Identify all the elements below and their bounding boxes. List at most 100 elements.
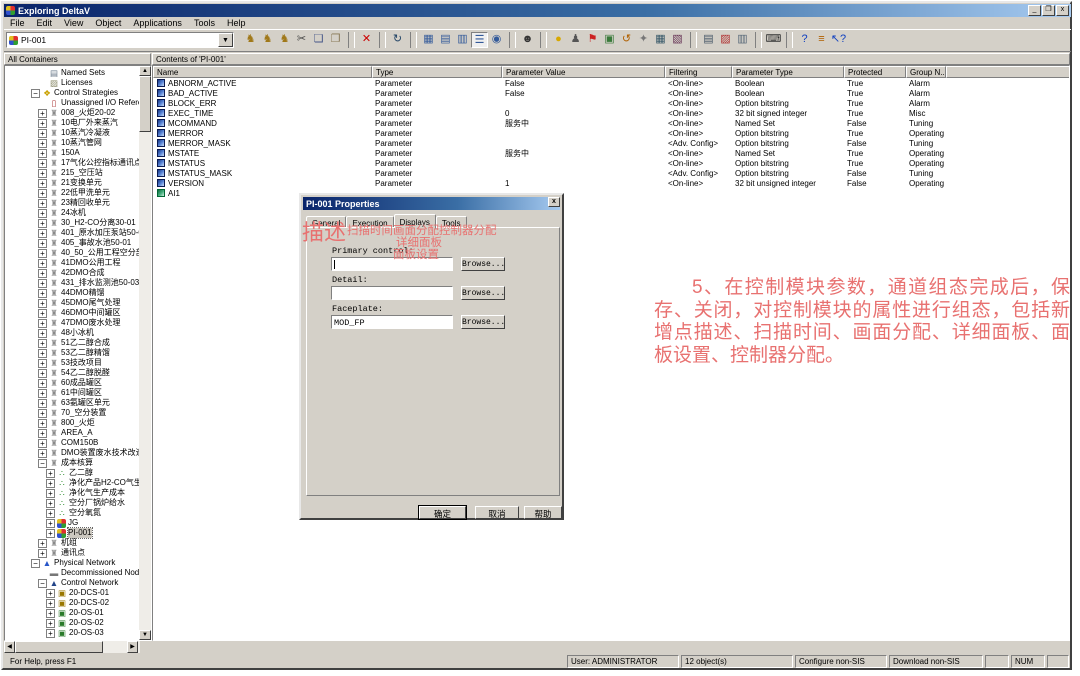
tree-expander[interactable]: + bbox=[38, 199, 47, 208]
faceplate-browse-button[interactable]: Browse... bbox=[461, 315, 505, 329]
tree-expander[interactable]: + bbox=[38, 369, 47, 378]
chart-icon-2[interactable]: ▨ bbox=[717, 32, 734, 48]
tree-expander[interactable]: − bbox=[38, 459, 47, 468]
tree-item-008_火炬20-02[interactable]: +♜008_火炬20-02 bbox=[5, 108, 139, 118]
tree-item-70_空分装置[interactable]: +♜70_空分装置 bbox=[5, 408, 139, 418]
tree-expander[interactable]: + bbox=[38, 219, 47, 228]
tree-expander[interactable]: + bbox=[38, 249, 47, 258]
table-row[interactable]: MERRORParameter<On-line>Option bitstring… bbox=[153, 129, 1069, 139]
tree-item-431_排水监测池50-03[interactable]: +♜431_排水监测池50-03 bbox=[5, 278, 139, 288]
tree-expander[interactable]: + bbox=[38, 149, 47, 158]
tree-item-405_事故水池50-01[interactable]: +♜405_事故水池50-01 bbox=[5, 238, 139, 248]
tree-expander[interactable]: + bbox=[38, 349, 47, 358]
gold-figure-icon-3[interactable]: ♞ bbox=[276, 32, 293, 48]
tree-expander[interactable]: + bbox=[38, 549, 47, 558]
tree-item-23精回收单元[interactable]: +♜23精回收单元 bbox=[5, 198, 139, 208]
tree-item-22低甲洗单元[interactable]: +♜22低甲洗单元 bbox=[5, 188, 139, 198]
tree-expander[interactable]: + bbox=[38, 389, 47, 398]
tree-expander[interactable]: + bbox=[38, 229, 47, 238]
tree-expander[interactable]: + bbox=[38, 289, 47, 298]
tree-item-通讯点[interactable]: +♜通讯点 bbox=[5, 548, 139, 558]
tree-expander[interactable]: + bbox=[38, 259, 47, 268]
tree-item-47DMO废水处理[interactable]: +♜47DMO废水处理 bbox=[5, 318, 139, 328]
table-row[interactable]: MSTATUS_MASKParameter<Adv. Config>Option… bbox=[153, 169, 1069, 179]
tree-expander[interactable]: + bbox=[38, 419, 47, 428]
scroll-right-arrow[interactable]: ▶ bbox=[127, 641, 138, 653]
ok-button[interactable]: 确定 bbox=[419, 506, 466, 519]
tree-vertical-scrollbar[interactable]: ▲ ▼ bbox=[139, 66, 151, 640]
horizontal-scroll-thumb[interactable] bbox=[15, 641, 103, 653]
gold-figure-icon-2[interactable]: ♞ bbox=[259, 32, 276, 48]
tree-item-24冰机[interactable]: +♜24冰机 bbox=[5, 208, 139, 218]
table-row[interactable]: AI1 bbox=[153, 189, 1069, 199]
tree-item-42DMO合成[interactable]: +♜42DMO合成 bbox=[5, 268, 139, 278]
tree-horizontal-scrollbar[interactable]: ◀ ▶ bbox=[4, 641, 140, 653]
history-icon[interactable]: ↺ bbox=[618, 32, 635, 48]
chevron-down-icon[interactable]: ▼ bbox=[218, 33, 233, 47]
tree-item-Decommissioned Nodes[interactable]: ▬Decommissioned Nodes bbox=[5, 568, 139, 578]
column-header-name[interactable]: Name bbox=[153, 66, 372, 78]
list-view-icon[interactable]: ▥ bbox=[454, 32, 471, 48]
user-face-icon[interactable]: ☻ bbox=[519, 32, 536, 48]
details-view-icon[interactable]: ☰ bbox=[471, 32, 488, 48]
tree-item-Unassigned I/O References[interactable]: ▯Unassigned I/O References bbox=[5, 98, 139, 108]
tree-item-乙二醇[interactable]: +∴乙二醇 bbox=[5, 468, 139, 478]
menu-edit[interactable]: Edit bbox=[31, 18, 59, 28]
delete-icon[interactable]: ✕ bbox=[358, 32, 375, 48]
tree-expander[interactable]: + bbox=[46, 619, 55, 628]
person-icon[interactable]: ♟ bbox=[567, 32, 584, 48]
scroll-down-arrow[interactable]: ▼ bbox=[139, 630, 151, 640]
tree-item-63氨罐区单元[interactable]: +♜63氨罐区单元 bbox=[5, 398, 139, 408]
tree-item-10蒸汽管网[interactable]: +♜10蒸汽管网 bbox=[5, 138, 139, 148]
detail-browse-button[interactable]: Browse... bbox=[461, 286, 505, 300]
close-button[interactable]: x bbox=[1056, 5, 1069, 16]
tree-expander[interactable]: + bbox=[46, 629, 55, 638]
tree-item-Control Strategies[interactable]: −❖Control Strategies bbox=[5, 88, 139, 98]
tree-item-AREA_A[interactable]: +♜AREA_A bbox=[5, 428, 139, 438]
table-row[interactable]: BAD_ACTIVEParameterFalse<On-line>Boolean… bbox=[153, 89, 1069, 99]
tree-expander[interactable]: + bbox=[38, 359, 47, 368]
tree-expander[interactable]: + bbox=[38, 179, 47, 188]
help-icon[interactable]: ? bbox=[796, 32, 813, 48]
scroll-left-arrow[interactable]: ◀ bbox=[4, 641, 15, 653]
grid-icon-2[interactable]: ▧ bbox=[669, 32, 686, 48]
tree-item-20-DCS-01[interactable]: +▣20-DCS-01 bbox=[5, 588, 139, 598]
menu-applications[interactable]: Applications bbox=[127, 18, 188, 28]
primary-control-browse-button[interactable]: Browse... bbox=[461, 257, 505, 271]
tree-expander[interactable]: + bbox=[46, 479, 55, 488]
tree-item-61中间罐区[interactable]: +♜61中间罐区 bbox=[5, 388, 139, 398]
grid-icon-1[interactable]: ▦ bbox=[652, 32, 669, 48]
tree-item-45DMO尾气处理[interactable]: +♜45DMO尾气处理 bbox=[5, 298, 139, 308]
tree-item-10电厂外来蒸汽[interactable]: +♜10电厂外来蒸汽 bbox=[5, 118, 139, 128]
tree-expander[interactable]: + bbox=[46, 489, 55, 498]
tree-expander[interactable]: + bbox=[38, 539, 47, 548]
vertical-scroll-thumb[interactable] bbox=[139, 76, 151, 132]
tree-expander[interactable]: + bbox=[38, 339, 47, 348]
user-key-icon[interactable]: ✦ bbox=[635, 32, 652, 48]
tree-item-成本核算[interactable]: −♜成本核算 bbox=[5, 458, 139, 468]
tree-item-净化气生产成本[interactable]: +∴净化气生产成本 bbox=[5, 488, 139, 498]
tree-item-JG[interactable]: +JG bbox=[5, 518, 139, 528]
tree-expander[interactable]: + bbox=[38, 109, 47, 118]
tree-expander[interactable]: + bbox=[46, 599, 55, 608]
menu-help[interactable]: Help bbox=[221, 18, 252, 28]
tree-expander[interactable]: + bbox=[38, 239, 47, 248]
tree-expander[interactable]: + bbox=[38, 319, 47, 328]
table-row[interactable]: MCOMMANDParameter服务中<On-line>Named SetFa… bbox=[153, 119, 1069, 129]
tree-item-PI-001[interactable]: +PI-001 bbox=[5, 528, 139, 538]
help-button[interactable]: 帮助 bbox=[524, 506, 562, 519]
table-row[interactable]: ABNORM_ACTIVEParameterFalse<On-line>Bool… bbox=[153, 79, 1069, 89]
tree-item-53技改项目[interactable]: +♜53技改项目 bbox=[5, 358, 139, 368]
tree-expander[interactable]: − bbox=[31, 89, 40, 98]
tree-item-10蒸汽冷凝液[interactable]: +♜10蒸汽冷凝液 bbox=[5, 128, 139, 138]
picture-icon[interactable]: ▣ bbox=[601, 32, 618, 48]
tree-item-20-OS-02[interactable]: +▣20-OS-02 bbox=[5, 618, 139, 628]
zoom-view-icon[interactable]: ◉ bbox=[488, 32, 505, 48]
tree-expander[interactable]: + bbox=[38, 429, 47, 438]
menu-tools[interactable]: Tools bbox=[188, 18, 221, 28]
tree-expander[interactable]: + bbox=[38, 449, 47, 458]
keyboard-icon[interactable]: ⌨ bbox=[765, 32, 782, 48]
tree-item-800_火炬[interactable]: +♜800_火炬 bbox=[5, 418, 139, 428]
tree-expander[interactable]: + bbox=[38, 129, 47, 138]
restore-button[interactable]: ❐ bbox=[1042, 5, 1055, 16]
